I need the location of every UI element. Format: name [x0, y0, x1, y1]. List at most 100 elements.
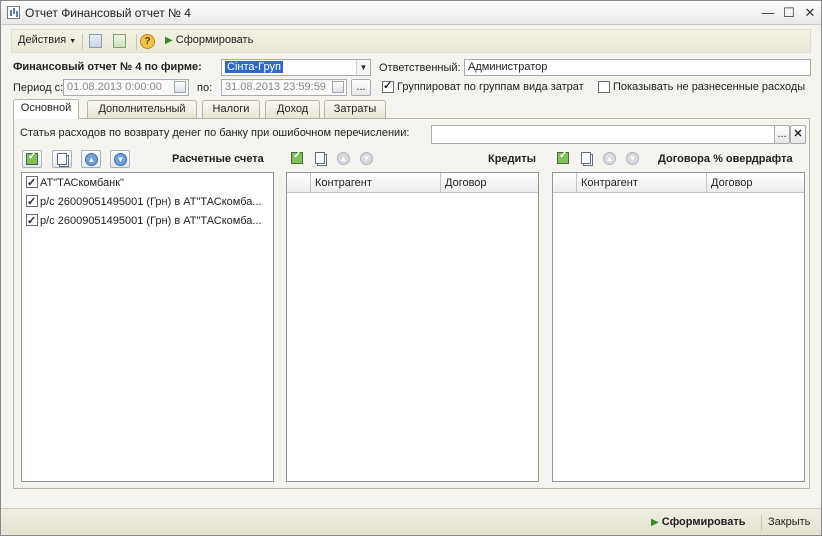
save-settings-icon[interactable] — [89, 34, 102, 48]
main-tab-panel: Статья расходов по возврату денег по бан… — [13, 118, 810, 489]
maximize-button[interactable]: ☐ — [780, 4, 798, 22]
company-field[interactable]: Сінта-Груп ▼ — [221, 59, 371, 76]
accounts-title: Расчетные счета — [172, 153, 264, 165]
expense-item-label: Статья расходов по возврату денег по бан… — [20, 127, 410, 139]
arrow-up-icon: ▲ — [85, 153, 98, 166]
bottom-divider — [761, 515, 762, 531]
calendar-icon[interactable] — [332, 81, 344, 93]
arrow-down-icon: ▼ — [360, 152, 373, 165]
account-label: АТ"ТАСкомбанк" — [40, 177, 124, 189]
list-item[interactable]: р/с 26009051495001 (Грн) в АТ"ТАСкомба..… — [26, 193, 262, 211]
arrow-down-icon: ▼ — [626, 152, 639, 165]
period-from-field[interactable]: 01.08.2013 0:00:00 — [63, 79, 189, 96]
account-checkbox[interactable] — [26, 174, 38, 192]
uncheck-all-button[interactable] — [52, 150, 72, 168]
company-label: Финансовый отчет № 4 по фирме: — [13, 61, 202, 73]
pages-icon — [57, 153, 67, 165]
period-from-value: 01.08.2013 0:00:00 — [67, 81, 162, 93]
credits-check-all-button[interactable] — [288, 150, 308, 168]
row-marker-column — [553, 173, 577, 193]
help-icon[interactable]: ? — [140, 34, 155, 49]
company-value: Сінта-Груп — [225, 61, 283, 73]
show-unallocated-label: Показывать не разнесенные расходы — [613, 81, 806, 93]
generate-button-label: Сформировать — [661, 516, 746, 528]
tab-income[interactable]: Доход — [265, 100, 320, 118]
period-to-label: по: — [197, 82, 213, 94]
generate-toolbar-label: Сформировать — [175, 34, 254, 46]
arrow-down-icon: ▼ — [114, 153, 127, 166]
overdraft-table-header: Контрагент Договор — [553, 173, 804, 193]
pages-icon — [581, 152, 591, 164]
account-label: р/с 26009051495001 (Грн) в АТ"ТАСкомба..… — [40, 196, 262, 208]
period-to-field[interactable]: 31.08.2013 23:59:59 — [221, 79, 347, 96]
move-up-button[interactable]: ▲ — [81, 150, 101, 168]
toolbar-divider — [136, 34, 137, 50]
group-by-cost-checkbox[interactable] — [382, 79, 394, 93]
tab-additional[interactable]: Дополнительный — [87, 100, 197, 118]
column-header-counterparty[interactable]: Контрагент — [577, 173, 707, 193]
column-header-counterparty[interactable]: Контрагент — [311, 173, 441, 193]
close-button[interactable]: Закрыть — [768, 516, 810, 528]
tab-expenses[interactable]: Затраты — [324, 100, 386, 118]
period-select-button[interactable]: ... — [351, 79, 371, 96]
group-by-cost-label: Группироват по группам вида затрат — [397, 81, 584, 93]
title-bar: Отчет Финансовый отчет № 4 — ☐ ✕ — [1, 1, 821, 25]
dropdown-icon[interactable]: ▼ — [356, 60, 370, 75]
calendar-icon[interactable] — [174, 81, 186, 93]
credits-move-down-button[interactable]: ▼ — [357, 150, 377, 168]
pages-icon — [315, 152, 325, 164]
report-window: Отчет Финансовый отчет № 4 — ☐ ✕ Действи… — [0, 0, 822, 536]
column-header-contract[interactable]: Договор — [707, 173, 804, 193]
generate-toolbar-button[interactable]: ▶ Сформировать — [165, 34, 253, 46]
arrow-up-icon: ▲ — [603, 152, 616, 165]
overdraft-move-down-button[interactable]: ▼ — [623, 150, 643, 168]
close-window-button[interactable]: ✕ — [801, 4, 819, 22]
check-all-icon — [557, 150, 569, 164]
period-from-label: Период с: — [13, 82, 64, 94]
chevron-down-icon: ▼ — [69, 38, 77, 45]
credits-table[interactable]: Контрагент Договор — [286, 172, 539, 482]
overdraft-title: Договора % овердрафта — [658, 153, 793, 165]
check-all-icon — [26, 151, 38, 165]
check-all-button[interactable] — [22, 150, 42, 168]
list-item[interactable]: р/с 26009051495001 (Грн) в АТ"ТАСкомба..… — [26, 212, 262, 230]
toolbar-divider — [82, 34, 83, 50]
move-down-button[interactable]: ▼ — [110, 150, 130, 168]
credits-table-header: Контрагент Договор — [287, 173, 538, 193]
check-all-icon — [291, 150, 303, 164]
overdraft-table[interactable]: Контрагент Договор — [552, 172, 805, 482]
responsible-label: Ответственный: — [379, 62, 461, 74]
tab-taxes[interactable]: Налоги — [202, 100, 260, 118]
actions-menu-label: Действия — [18, 34, 67, 46]
report-app-icon — [7, 6, 20, 19]
account-checkbox[interactable] — [26, 212, 38, 230]
credits-uncheck-all-button[interactable] — [311, 150, 331, 168]
row-marker-column — [287, 173, 311, 193]
actions-menu[interactable]: Действия ▼ — [18, 34, 76, 46]
overdraft-move-up-button[interactable]: ▲ — [600, 150, 620, 168]
arrow-up-icon: ▲ — [337, 152, 350, 165]
minimize-button[interactable]: — — [759, 4, 777, 22]
period-to-value: 31.08.2013 23:59:59 — [225, 81, 326, 93]
account-label: р/с 26009051495001 (Грн) в АТ"ТАСкомба..… — [40, 215, 262, 227]
window-title: Отчет Финансовый отчет № 4 — [25, 6, 191, 20]
expense-select-button[interactable]: ... — [774, 125, 790, 144]
tab-main[interactable]: Основной — [13, 99, 79, 119]
accounts-list[interactable]: АТ"ТАСкомбанк" р/с 26009051495001 (Грн) … — [21, 172, 274, 482]
overdraft-check-all-button[interactable] — [554, 150, 574, 168]
account-checkbox[interactable] — [26, 193, 38, 211]
generate-button[interactable]: ▶ Сформировать — [651, 516, 746, 528]
list-item[interactable]: АТ"ТАСкомбанк" — [26, 174, 124, 192]
bottom-bar: ▶ Сформировать Закрыть — [1, 508, 821, 535]
expense-item-field[interactable] — [431, 125, 776, 144]
show-unallocated-checkbox[interactable] — [598, 81, 610, 93]
credits-move-up-button[interactable]: ▲ — [334, 150, 354, 168]
overdraft-uncheck-all-button[interactable] — [577, 150, 597, 168]
restore-settings-icon[interactable] — [113, 34, 126, 48]
play-icon: ▶ — [651, 517, 659, 528]
play-icon: ▶ — [165, 35, 173, 46]
toolbar: Действия ▼ ? ▶ Сформировать — [11, 29, 811, 53]
expense-clear-button[interactable]: ✕ — [790, 125, 806, 144]
column-header-contract[interactable]: Договор — [441, 173, 538, 193]
responsible-field[interactable]: Администратор — [464, 59, 811, 76]
